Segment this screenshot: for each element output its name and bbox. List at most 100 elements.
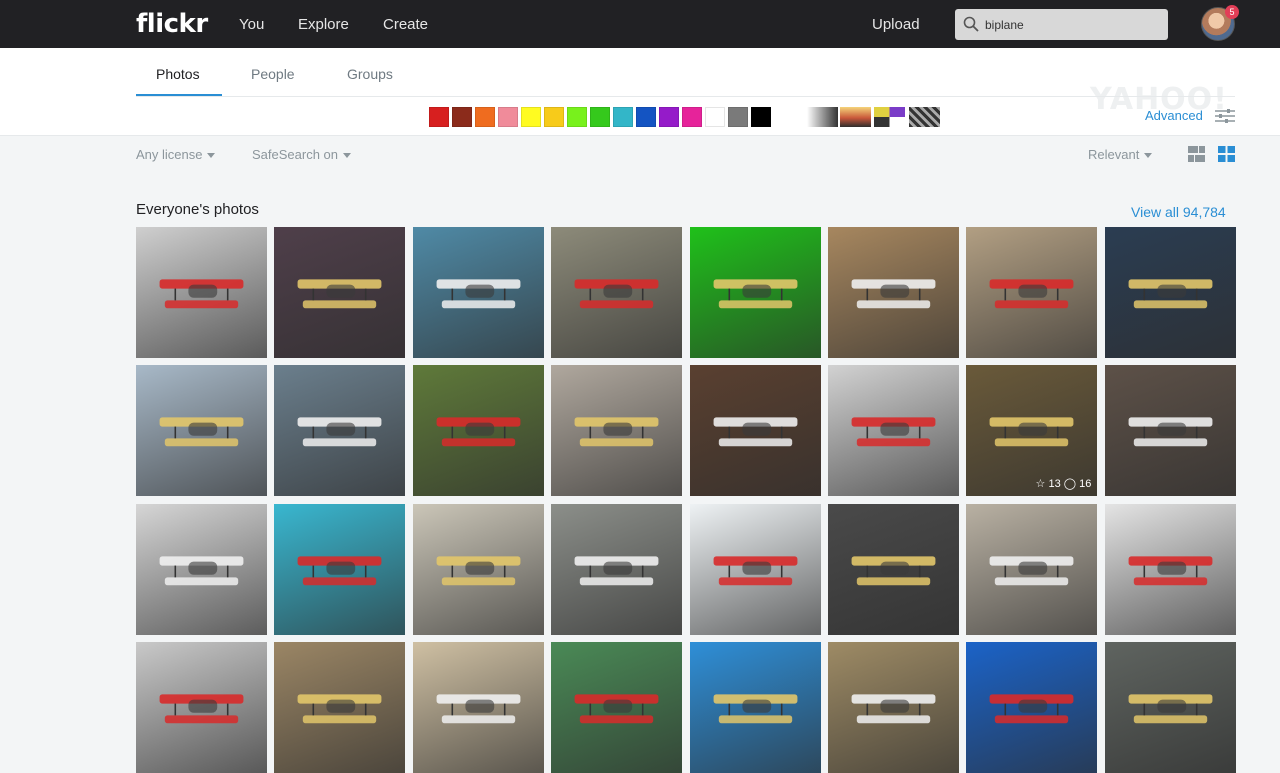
color-swatch[interactable] (590, 107, 610, 127)
color-swatch[interactable] (544, 107, 564, 127)
photo-thumbnail[interactable] (136, 365, 267, 497)
biplane-silhouette (297, 556, 382, 586)
photo-thumbnail[interactable] (274, 365, 406, 497)
safesearch-filter[interactable]: SafeSearch on (252, 147, 352, 162)
search-box[interactable] (955, 9, 1168, 40)
photo-thumbnail[interactable] (412, 642, 544, 773)
photo-thumbnail[interactable] (274, 503, 406, 635)
biplane-silhouette (574, 694, 659, 724)
photo-thumbnail[interactable] (828, 227, 959, 358)
color-swatch[interactable] (498, 107, 518, 127)
photo-thumbnail[interactable] (1104, 227, 1236, 358)
biplane-silhouette (989, 279, 1074, 309)
photo-thumbnail[interactable] (412, 365, 544, 497)
photo-thumbnail[interactable] (551, 365, 683, 497)
photo-thumbnail[interactable] (828, 642, 959, 773)
search-subnav: YAHOO! Photos People Groups Advanced (0, 48, 1280, 136)
color-swatch[interactable] (613, 107, 633, 127)
star-icon[interactable]: ☆ (1036, 478, 1049, 490)
flickr-logo[interactable]: flickr (136, 9, 208, 39)
color-swatch[interactable] (567, 107, 587, 127)
photo-thumbnail[interactable] (412, 227, 544, 358)
photo-thumbnail[interactable] (551, 642, 683, 773)
nav-create[interactable]: Create (383, 16, 428, 33)
square-grid-view-icon[interactable] (1218, 146, 1235, 162)
photo-thumbnail[interactable] (136, 227, 267, 358)
biplane-silhouette (574, 417, 659, 447)
color-swatch[interactable] (429, 107, 449, 127)
nav-explore[interactable]: Explore (298, 16, 349, 33)
photo-thumbnail[interactable] (966, 503, 1098, 635)
filter-sliders-icon[interactable] (1215, 108, 1235, 124)
top-navigation-bar: flickr You Explore Create Upload 5 (0, 0, 1280, 48)
photo-thumbnail[interactable] (689, 365, 821, 497)
photo-thumbnail[interactable] (412, 503, 544, 635)
biplane-silhouette (159, 279, 244, 309)
biplane-silhouette (1128, 694, 1213, 724)
biplane-silhouette (1128, 279, 1213, 309)
photo-thumbnail[interactable] (551, 503, 683, 635)
biplane-silhouette (574, 279, 659, 309)
biplane-silhouette (159, 556, 244, 586)
photo-thumbnail[interactable] (689, 227, 821, 358)
photo-thumbnail[interactable] (1104, 503, 1236, 635)
biplane-silhouette (989, 556, 1074, 586)
tab-groups[interactable]: Groups (347, 66, 393, 82)
color-swatch[interactable] (659, 107, 679, 127)
view-all-link[interactable]: View all 94,784 (1131, 204, 1226, 220)
color-swatch[interactable] (705, 107, 725, 127)
photo-thumbnail[interactable] (1104, 365, 1236, 497)
photo-thumbnail[interactable]: ☆ 13 ◯ 16 (966, 365, 1098, 497)
photo-thumbnail[interactable] (966, 227, 1098, 358)
biplane-silhouette (159, 694, 244, 724)
photo-thumbnail[interactable] (966, 642, 1098, 773)
license-filter-label: Any license (136, 147, 203, 162)
style-swatch-black-and-white[interactable] (807, 107, 838, 127)
license-filter[interactable]: Any license (136, 147, 216, 162)
biplane-silhouette (297, 694, 382, 724)
photo-thumbnail[interactable] (828, 503, 959, 635)
color-swatch[interactable] (475, 107, 495, 127)
upload-link[interactable]: Upload (872, 16, 920, 33)
biplane-silhouette (436, 417, 521, 447)
photo-thumbnail[interactable] (689, 503, 821, 635)
color-swatch[interactable] (636, 107, 656, 127)
tab-photos[interactable]: Photos (156, 66, 200, 82)
photo-thumbnail[interactable] (274, 642, 406, 773)
sort-dropdown[interactable]: Relevant (1088, 147, 1153, 162)
color-swatch[interactable] (682, 107, 702, 127)
photo-thumbnail[interactable] (136, 503, 267, 635)
biplane-silhouette (436, 279, 521, 309)
color-swatch[interactable] (728, 107, 748, 127)
chevron-down-icon (343, 153, 352, 159)
search-input[interactable] (985, 15, 1160, 34)
biplane-silhouette (297, 279, 382, 309)
photo-thumbnail[interactable] (551, 227, 683, 358)
advanced-search-link[interactable]: Advanced (1145, 108, 1203, 123)
color-swatch[interactable] (751, 107, 771, 127)
justified-view-icon[interactable] (1188, 146, 1205, 162)
biplane-silhouette (713, 279, 798, 309)
comment-icon[interactable]: ◯ (1064, 478, 1079, 490)
active-tab-indicator (136, 94, 222, 96)
color-swatch[interactable] (521, 107, 541, 127)
nav-you[interactable]: You (239, 16, 264, 33)
style-swatch-minimalist[interactable] (874, 107, 905, 127)
tab-people[interactable]: People (251, 66, 295, 82)
biplane-silhouette (713, 417, 798, 447)
style-swatch-depth-of-field[interactable] (840, 107, 871, 127)
biplane-silhouette (851, 279, 936, 309)
photo-thumbnail[interactable] (689, 642, 821, 773)
biplane-silhouette (574, 556, 659, 586)
photo-thumbnail[interactable] (274, 227, 406, 358)
photo-thumbnail[interactable] (1104, 642, 1236, 773)
biplane-silhouette (851, 417, 936, 447)
style-swatch-patterns[interactable] (909, 107, 940, 127)
biplane-silhouette (436, 556, 521, 586)
safesearch-filter-label: SafeSearch on (252, 147, 339, 162)
photo-thumbnail[interactable] (828, 365, 959, 497)
photo-thumbnail[interactable] (136, 642, 267, 773)
color-swatch[interactable] (452, 107, 472, 127)
biplane-silhouette (436, 694, 521, 724)
notification-badge[interactable]: 5 (1225, 5, 1239, 19)
